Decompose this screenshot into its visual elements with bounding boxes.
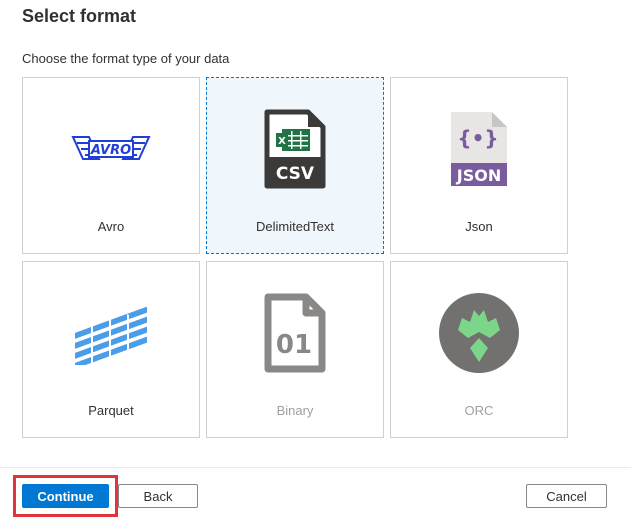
- avro-logo-text: AVRO: [90, 143, 131, 158]
- json-glyph: {•}: [457, 126, 498, 150]
- csv-file-icon: X CSV: [250, 106, 340, 192]
- format-tile-delimitedtext[interactable]: X CSV DelimitedText: [206, 77, 384, 254]
- cancel-button[interactable]: Cancel: [526, 484, 607, 508]
- format-label-delimitedtext: DelimitedText: [255, 219, 335, 234]
- binary-file-icon: 01: [250, 290, 340, 376]
- footer-divider: [0, 467, 631, 468]
- page-title: Select format: [22, 6, 137, 26]
- continue-button[interactable]: Continue: [22, 484, 109, 508]
- format-label-json: Json: [465, 219, 493, 234]
- format-tile-binary[interactable]: 01 Binary: [206, 261, 384, 438]
- csv-badge-text: CSV: [276, 164, 315, 184]
- page-subtitle: Choose the format type of your data: [22, 51, 230, 66]
- format-label-parquet: Parquet: [88, 403, 134, 418]
- back-button[interactable]: Back: [118, 484, 198, 508]
- parquet-logo-icon: [66, 290, 156, 376]
- json-file-icon: {•} JSON: [434, 106, 524, 192]
- binary-badge-text: 01: [276, 330, 312, 360]
- format-label-orc: ORC: [464, 403, 494, 418]
- json-badge-text: JSON: [456, 166, 501, 185]
- format-tile-avro[interactable]: AVRO Avro: [22, 77, 200, 254]
- format-tile-parquet[interactable]: Parquet: [22, 261, 200, 438]
- orc-logo-icon: [434, 290, 524, 376]
- format-tile-orc[interactable]: ORC: [390, 261, 568, 438]
- svg-text:X: X: [278, 136, 286, 147]
- format-label-avro: Avro: [97, 219, 125, 234]
- avro-logo-icon: AVRO: [66, 106, 156, 192]
- format-grid: AVRO Avro X CSV DelimitedText {•} JSON J…: [22, 77, 570, 440]
- format-label-binary: Binary: [276, 403, 314, 418]
- format-tile-json[interactable]: {•} JSON Json: [390, 77, 568, 254]
